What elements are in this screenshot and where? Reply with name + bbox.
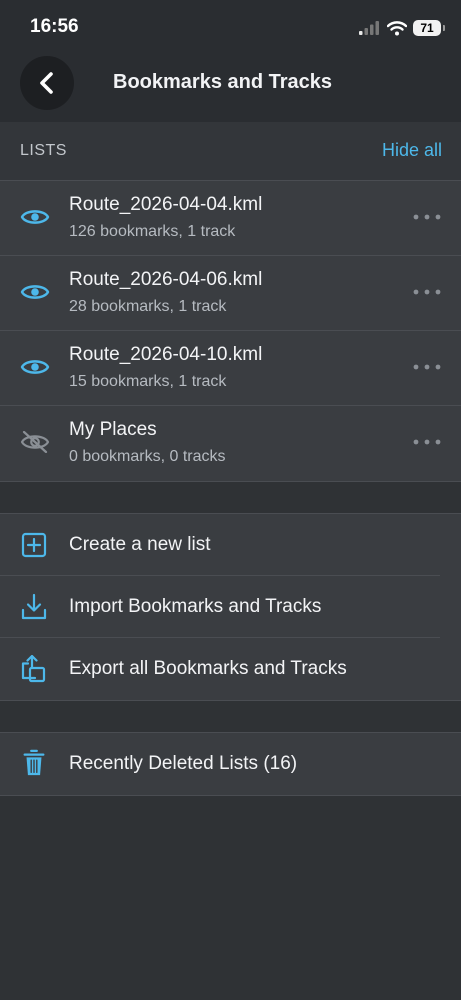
status-bar: 16:56 71 [0,0,461,54]
battery-level: 71 [420,21,434,35]
status-icons: 71 [359,18,445,38]
hide-all-button[interactable]: Hide all [382,140,442,161]
eye-icon[interactable] [20,281,50,303]
nav-bar: Bookmarks and Tracks [0,54,461,122]
export-button[interactable]: Export all Bookmarks and Tracks [0,638,461,700]
more-icon[interactable] [413,289,441,295]
list-details: 28 bookmarks, 1 track [69,298,227,315]
eye-off-icon[interactable] [20,431,50,453]
list-details: 126 bookmarks, 1 track [69,223,236,240]
create-list-button[interactable]: Create a new list [0,514,461,576]
list-item[interactable]: Route_2026-04-04.kml 126 bookmarks, 1 tr… [0,181,461,256]
share-icon [21,655,46,683]
eye-icon[interactable] [20,356,50,378]
more-icon[interactable] [413,214,441,220]
signal-icon [359,21,379,35]
status-time: 16:56 [30,16,79,37]
action-label: Import Bookmarks and Tracks [69,596,322,617]
download-icon [21,593,47,620]
trash-icon [23,749,45,776]
list-actions: Create a new list Import Bookmarks and T… [0,513,461,701]
list-name: Route_2026-04-10.kml [69,344,263,365]
section-title: LISTS [20,142,67,159]
list-item[interactable]: Route_2026-04-06.kml 28 bookmarks, 1 tra… [0,256,461,331]
bookmark-lists: Route_2026-04-04.kml 126 bookmarks, 1 tr… [0,180,461,482]
recently-deleted-button[interactable]: Recently Deleted Lists (16) [0,733,461,795]
more-icon[interactable] [413,364,441,370]
list-item[interactable]: My Places 0 bookmarks, 0 tracks [0,406,461,481]
plus-square-icon [21,532,47,558]
list-details: 0 bookmarks, 0 tracks [69,448,226,465]
eye-icon[interactable] [20,206,50,228]
battery-icon: 71 [413,20,445,36]
more-icon[interactable] [413,439,441,445]
list-item[interactable]: Route_2026-04-10.kml 15 bookmarks, 1 tra… [0,331,461,406]
deleted-lists-section: Recently Deleted Lists (16) [0,732,461,796]
action-label: Create a new list [69,534,211,555]
list-name: Route_2026-04-06.kml [69,269,263,290]
lists-section-header: LISTS Hide all [0,122,461,180]
list-name: Route_2026-04-04.kml [69,194,263,215]
action-label: Recently Deleted Lists (16) [69,753,298,774]
list-name: My Places [69,419,157,440]
page-title: Bookmarks and Tracks [113,71,332,93]
back-button[interactable] [20,56,74,110]
wifi-icon [387,20,407,35]
chevron-left-icon [40,72,53,94]
action-label: Export all Bookmarks and Tracks [69,658,347,679]
import-button[interactable]: Import Bookmarks and Tracks [0,576,461,638]
list-details: 15 bookmarks, 1 track [69,373,227,390]
